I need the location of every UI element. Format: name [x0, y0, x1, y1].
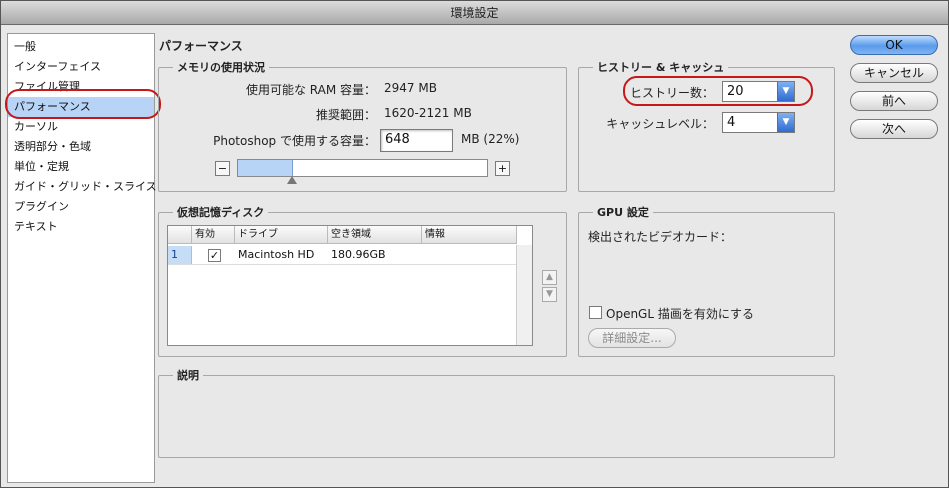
- memory-usage-legend: メモリの使用状況: [173, 59, 269, 75]
- previous-button[interactable]: 前へ: [850, 91, 938, 111]
- dropdown-arrow-icon[interactable]: ▼: [777, 82, 794, 101]
- drive-name: Macintosh HD: [238, 248, 315, 261]
- next-button[interactable]: 次へ: [850, 119, 938, 139]
- move-up-icon[interactable]: ▲: [542, 270, 557, 285]
- cache-levels-label: キャッシュレベル：: [606, 117, 714, 131]
- use-label: Photoshop で使用する容量：: [213, 134, 376, 148]
- scratch-disks-table: 有効 ドライブ 空き領域 情報 1 ✓ Macintosh HD 180.96G…: [167, 225, 533, 346]
- sidebar-item-cursors[interactable]: カーソル: [8, 117, 154, 137]
- section-title: パフォーマンス: [159, 39, 243, 53]
- column-header-enabled[interactable]: 有効: [192, 226, 235, 244]
- sidebar-item-plugins[interactable]: プラグイン: [8, 197, 154, 217]
- opengl-checkbox[interactable]: [589, 306, 602, 319]
- ram-value: 2947 MB: [384, 81, 437, 95]
- range-label: 推奨範囲：: [315, 108, 376, 122]
- cache-levels-select[interactable]: 4 ▼: [722, 112, 795, 133]
- gpu-settings-legend: GPU 設定: [593, 204, 653, 220]
- memory-slider-fill: [238, 160, 293, 176]
- dropdown-arrow-icon[interactable]: ▼: [777, 113, 794, 132]
- sidebar-item-general[interactable]: 一般: [8, 37, 154, 57]
- memory-increase-button[interactable]: +: [495, 161, 510, 176]
- table-row[interactable]: 1 ✓ Macintosh HD 180.96GB: [168, 245, 517, 265]
- sidebar-item-type[interactable]: テキスト: [8, 217, 154, 237]
- sidebar-item-units[interactable]: 単位・定規: [8, 157, 154, 177]
- info-value: [422, 246, 425, 264]
- cancel-button[interactable]: キャンセル: [850, 63, 938, 83]
- description-group: 説明: [158, 367, 835, 458]
- memory-slider-track[interactable]: [237, 159, 488, 177]
- ram-label: 使用可能な RAM 容量：: [245, 83, 376, 97]
- free-space-value: 180.96GB: [331, 248, 386, 261]
- table-scrollbar[interactable]: [516, 245, 532, 345]
- sidebar-item-file-handling[interactable]: ファイル管理: [8, 77, 154, 97]
- opengl-label[interactable]: OpenGL 描画を有効にする: [606, 305, 754, 322]
- row-number: 1: [168, 246, 192, 264]
- history-states-select[interactable]: 20 ▼: [722, 81, 795, 102]
- sidebar-item-performance[interactable]: パフォーマンス: [8, 97, 154, 117]
- ok-button[interactable]: OK: [850, 35, 938, 55]
- column-header-drive[interactable]: ドライブ: [235, 226, 328, 244]
- preferences-window: 環境設定 一般 インターフェイス ファイル管理 パフォーマンス カーソル 透明部…: [0, 0, 949, 488]
- range-value: 1620-2121 MB: [384, 106, 472, 120]
- memory-decrease-button[interactable]: −: [215, 161, 230, 176]
- sidebar: 一般 インターフェイス ファイル管理 パフォーマンス カーソル 透明部分・色域 …: [7, 33, 157, 483]
- advanced-settings-button[interactable]: 詳細設定...: [588, 328, 676, 348]
- scratch-enable-checkbox[interactable]: ✓: [208, 249, 221, 262]
- memory-use-unit: MB (22%): [461, 132, 520, 146]
- move-down-icon[interactable]: ▼: [542, 287, 557, 302]
- sidebar-item-interface[interactable]: インターフェイス: [8, 57, 154, 77]
- memory-slider-thumb[interactable]: [287, 176, 298, 184]
- column-header-info[interactable]: 情報: [422, 226, 517, 244]
- history-states-label: ヒストリー数：: [629, 86, 714, 100]
- memory-use-input[interactable]: 648: [380, 129, 453, 152]
- sidebar-item-guides[interactable]: ガイド・グリッド・スライス: [8, 177, 157, 197]
- sidebar-item-transparency[interactable]: 透明部分・色域: [8, 137, 154, 157]
- column-header-number: [168, 226, 192, 244]
- cache-levels-value: 4: [727, 115, 736, 130]
- column-header-free-space[interactable]: 空き領域: [328, 226, 422, 244]
- window-title: 環境設定: [1, 1, 948, 25]
- history-cache-legend: ヒストリー & キャッシュ: [593, 59, 729, 75]
- history-states-value: 20: [727, 84, 744, 99]
- description-legend: 説明: [173, 367, 203, 383]
- scratch-disks-legend: 仮想記憶ディスク: [173, 204, 269, 220]
- detected-video-card-label: 検出されたビデオカード：: [588, 230, 733, 244]
